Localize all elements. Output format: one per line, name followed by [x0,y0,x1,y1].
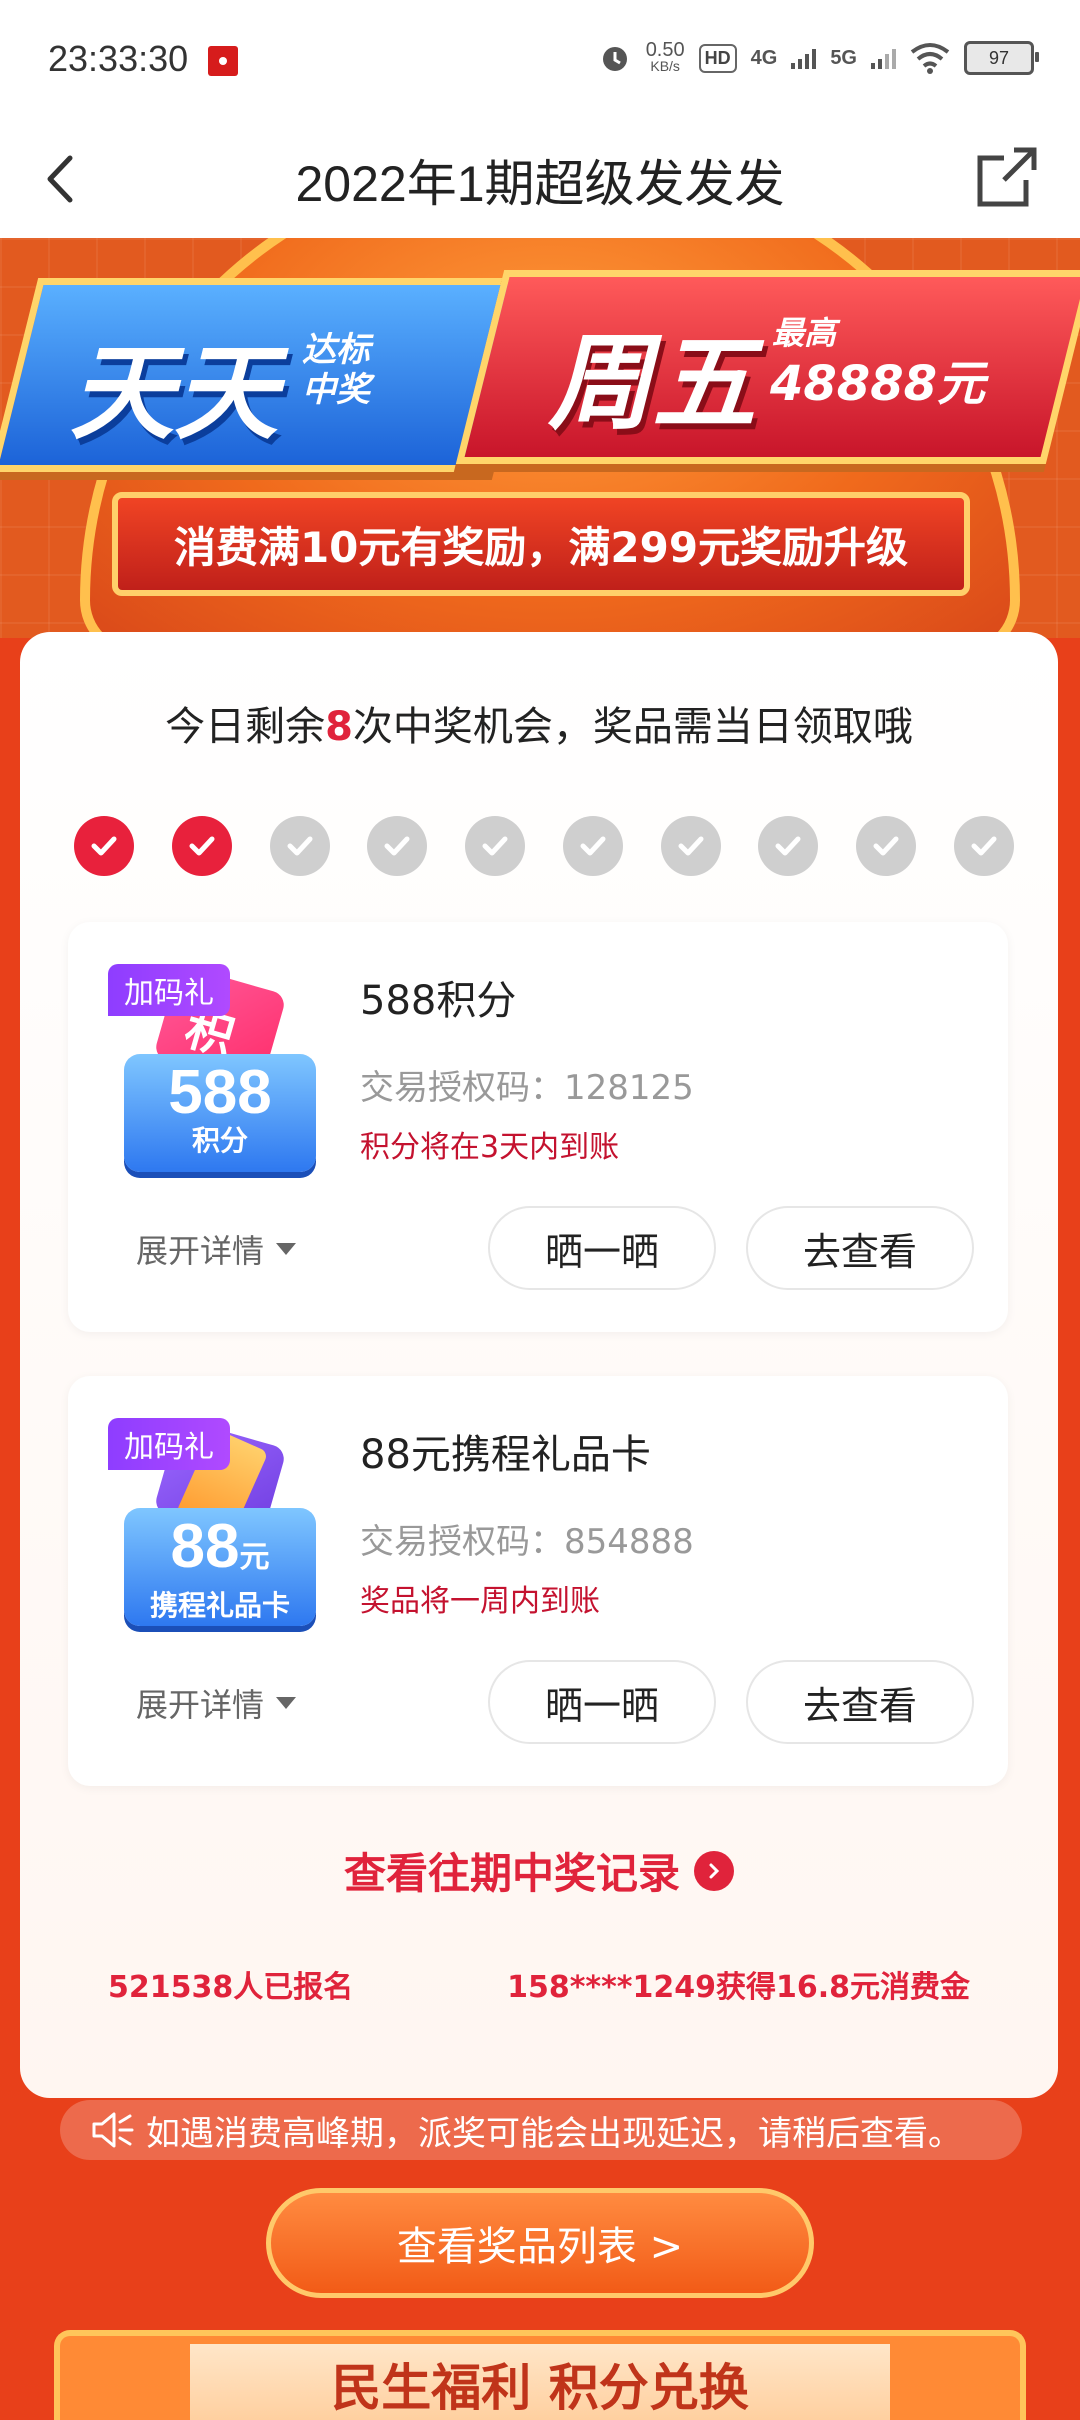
delay-notice: 如遇消费高峰期，派奖可能会出现延迟，请稍后查看。 [60,2100,1022,2160]
check-pending-icon [953,816,1014,876]
promo-banner: 天天 达标 中奖 周五 最高 48888元 消费满10元有奖励，满299元奖励升… [0,238,1080,638]
battery-level: 97 [988,47,1010,68]
points-tile-front: 588 积分 [124,1054,316,1172]
wifi-icon [910,43,950,74]
points-tile-label: 积分 [191,1124,248,1157]
delay-notice-text: 如遇消费高峰期，派奖可能会出现延迟，请稍后查看。 [146,2113,962,2154]
points-exchange-banner-text: 民生福利 积分兑换 [331,2359,749,2417]
net-speed-unit: KB/s [650,58,680,74]
status-bar: 23:33:30 0.50 KB/s HD 4G 5G 97 [0,0,1080,120]
chevron-right-circle-icon [694,1850,734,1891]
network-4g-label: 4G [750,46,778,69]
bonus-badge: 加码礼 [108,1418,230,1470]
caret-down-icon [276,1697,297,1709]
gift-card-tile-amount: 88 [170,1512,240,1581]
bonus-badge: 加码礼 [108,964,230,1016]
battery-icon: 97 [964,41,1039,75]
banner-daily-sub-2: 中奖 [302,370,370,410]
check-pending-icon [465,816,526,876]
signal-5g-icon [871,47,896,69]
remaining-prefix: 今日剩余 [165,704,326,750]
share-external-icon[interactable] [974,144,1040,210]
alarm-icon [602,47,627,71]
page-title: 2022年1期超级发发发 [295,156,785,212]
check-pending-icon [367,816,428,876]
winner-ticker: 158****1249获得16.8元消费金 [507,1970,970,2005]
auth-code: 交易授权码：854888 [360,1522,694,1562]
check-done-icon [171,816,232,876]
view-button[interactable]: 去查看 [746,1206,974,1290]
share-button[interactable]: 晒一晒 [488,1206,716,1290]
check-pending-icon [269,816,330,876]
banner-friday-amount: 48888元 [770,356,985,412]
network-5g-label: 5G [830,46,857,69]
caret-down-icon [276,1243,297,1255]
points-exchange-banner[interactable]: 民生福利 积分兑换 [54,2330,1026,2420]
auth-code: 交易授权码：128125 [360,1068,694,1108]
points-exchange-banner-inner: 民生福利 积分兑换 [190,2344,890,2420]
notification-icon [208,46,238,76]
arrival-note: 奖品将一周内到账 [360,1584,600,1619]
prize-name: 88元携程礼品卡 [360,1432,651,1478]
status-time: 23:33:30 [48,38,189,79]
banner-daily-sub: 达标 中奖 [302,330,370,410]
speaker-icon [92,2112,134,2148]
gift-card-tile-unit: 元 [239,1541,270,1574]
banner-ribbon: 消费满10元有奖励，满299元奖励升级 [112,492,970,596]
check-pending-icon [758,816,819,876]
signup-count: 521538人已报名 [108,1970,354,2005]
view-button[interactable]: 去查看 [746,1660,974,1744]
banner-daily-text: 天天 [70,332,279,454]
expand-details-label: 展开详情 [136,1686,265,1724]
banner-friday-text: 周五 [548,322,757,444]
check-pending-icon [856,816,917,876]
back-arrow-icon[interactable] [36,150,86,208]
history-link-label: 查看往期中奖记录 [343,1849,680,1898]
expand-details-toggle[interactable]: 展开详情 [136,1680,297,1726]
prize-card: 加码礼 积 588 积分 588积分 交易授权码：128125 积分将在3天内到… [68,922,1008,1332]
remaining-suffix: 次中奖机会，奖品需当日领取哦 [352,704,913,750]
net-speed: 0.50 KB/s [645,39,685,74]
progress-checks [74,816,1014,876]
gift-card-tile-label: 携程礼品卡 [149,1589,290,1622]
check-pending-icon [660,816,721,876]
prize-list-button[interactable]: 查看奖品列表 > [266,2188,814,2298]
status-icons: 0.50 KB/s HD 4G 5G 97 [598,36,1039,80]
gift-card-tile-front: 88元 携程礼品卡 [124,1508,316,1626]
check-pending-icon [562,816,623,876]
prize-panel: 今日剩余8次中奖机会，奖品需当日领取哦 加码礼 积 588 积分 588积分 交… [20,632,1058,2098]
signal-4g-icon [791,47,817,69]
expand-details-toggle[interactable]: 展开详情 [136,1226,297,1272]
remaining-chances: 今日剩余8次中奖机会，奖品需当日领取哦 [20,694,1058,752]
points-tile-amount: 588 [168,1058,272,1127]
share-button[interactable]: 晒一晒 [488,1660,716,1744]
expand-details-label: 展开详情 [136,1232,265,1270]
hd-icon: HD [698,43,737,73]
nav-bar: 2022年1期超级发发发 [0,120,1080,239]
net-speed-value: 0.50 [645,39,685,61]
prize-card: 加码礼 88元 携程礼品卡 88元携程礼品卡 交易授权码：854888 奖品将一… [68,1376,1008,1786]
arrival-note: 积分将在3天内到账 [360,1130,620,1165]
remaining-count: 8 [325,704,353,750]
banner-daily-sub-1: 达标 [302,330,370,370]
history-link[interactable]: 查看往期中奖记录 [20,1840,1058,1901]
check-done-icon [74,816,134,876]
prize-name: 588积分 [360,978,517,1024]
